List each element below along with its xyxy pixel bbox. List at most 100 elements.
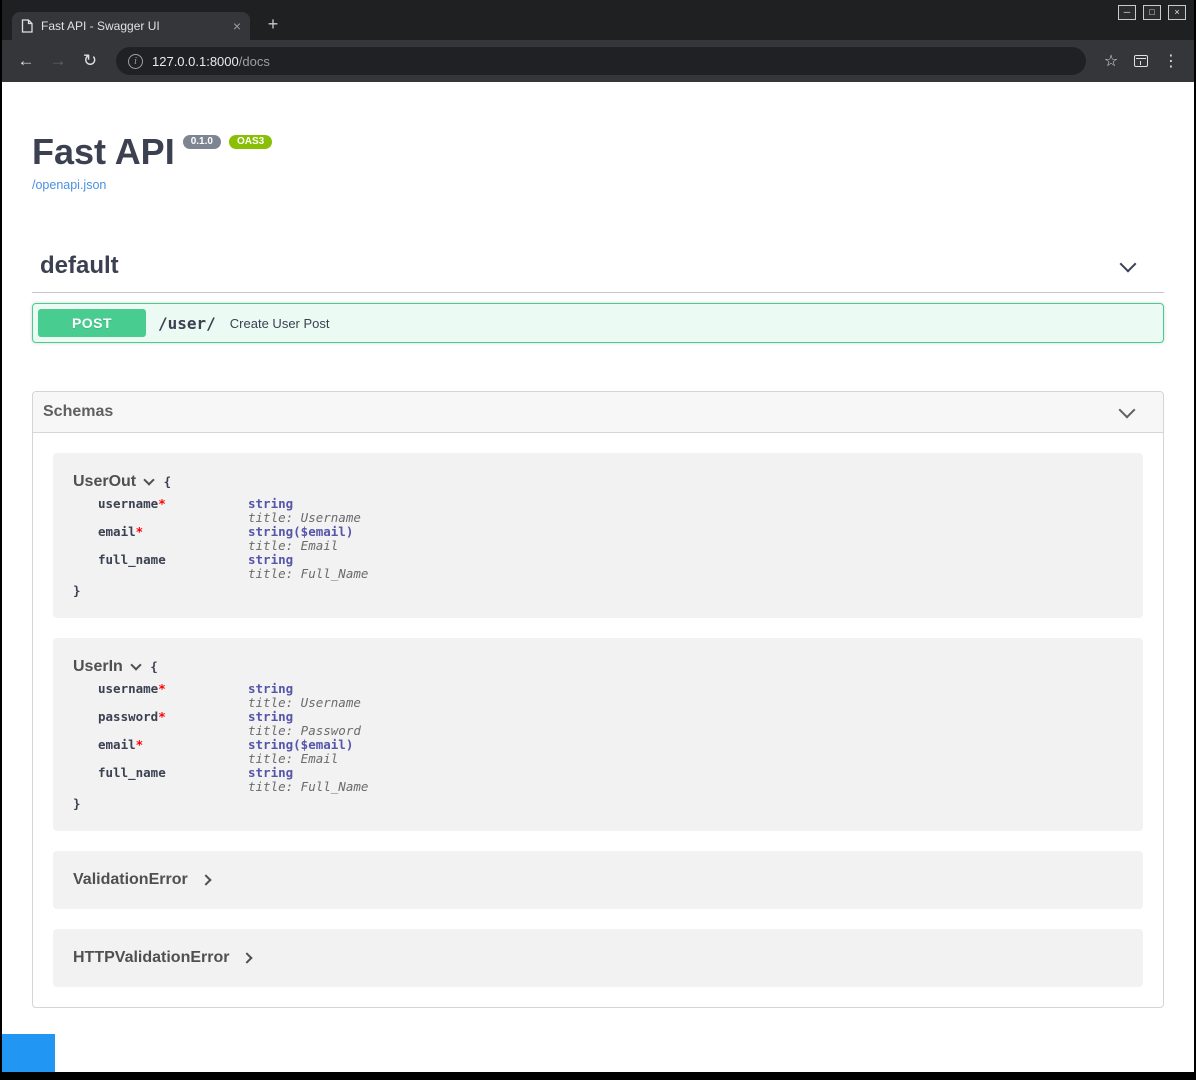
model-validationerror: ValidationError [53,851,1143,909]
chevron-down-icon [130,659,141,670]
site-info-icon[interactable]: i [128,54,143,69]
title-bar: Fast API - Swagger UI × + ─ □ × [2,0,1194,40]
tab-close-icon[interactable]: × [233,19,241,33]
property-name: password* [98,710,248,738]
property-row: password* string title: Password [98,710,1123,738]
required-star: * [158,709,166,724]
property-row: email* string($email) title: Email [98,738,1123,766]
property-title: title: Full_Name [248,780,368,794]
close-brace: } [73,796,1123,811]
url-host: 127.0.0.1:8000 [152,54,239,69]
bookmark-star-icon[interactable]: ☆ [1098,48,1124,74]
property-value: string title: Password [248,710,361,738]
openapi-json-link[interactable]: /openapi.json [32,178,106,192]
property-row: full_name string title: Full_Name [98,766,1123,794]
url-path: /docs [239,54,270,69]
property-value: string title: Username [248,497,361,525]
model-name: HTTPValidationError [73,949,229,967]
url-text: 127.0.0.1:8000/docs [152,54,270,69]
property-title: title: Password [248,724,361,738]
minimize-button[interactable]: ─ [1118,5,1136,20]
browser-tab[interactable]: Fast API - Swagger UI × [12,12,250,40]
operation-summary: Create User Post [230,316,330,331]
property-title: title: Full_Name [248,567,368,581]
model-userin: UserIn { username* string title: Usernam… [53,638,1143,831]
model-httpvalidationerror: HTTPValidationError [53,929,1143,987]
chevron-right-icon [242,952,253,963]
chevron-down-icon [143,474,154,485]
schemas-body: UserOut { username* string title: Userna… [33,433,1163,1007]
bottom-blue-box [2,1034,55,1072]
swagger-page: Fast API 0.1.0 OAS3 /openapi.json defaul… [2,82,1194,1072]
default-tag-section: default POST /user/ Create User Post [32,242,1164,343]
property-row: email* string($email) title: Email [98,525,1123,553]
property-row: username* string title: Username [98,682,1123,710]
property-value: string($email) title: Email [248,525,353,553]
property-type: string [248,553,368,567]
property-row: full_name string title: Full_Name [98,553,1123,581]
api-info: Fast API 0.1.0 OAS3 /openapi.json [32,82,1164,194]
property-name: username* [98,682,248,710]
page-icon [21,19,33,33]
property-value: string($email) title: Email [248,738,353,766]
property-value: string title: Full_Name [248,553,368,581]
property-name: email* [98,525,248,553]
property-value: string title: Full_Name [248,766,368,794]
property-name: email* [98,738,248,766]
post-user-operation[interactable]: POST /user/ Create User Post [32,303,1164,343]
property-row: username* string title: Username [98,497,1123,525]
new-tab-button[interactable]: + [260,12,286,38]
model-name: ValidationError [73,871,188,889]
property-type: string [248,710,361,724]
property-name: full_name [98,766,248,794]
apps-glyph [1134,55,1148,67]
property-list: username* string title: Username email* … [98,497,1123,581]
address-bar[interactable]: i 127.0.0.1:8000/docs [116,47,1086,75]
open-brace: { [150,659,158,674]
property-type: string [248,497,361,511]
page-title: Fast API 0.1.0 OAS3 [32,134,1164,170]
post-method-badge: POST [38,309,146,337]
back-icon[interactable]: ← [12,47,40,75]
schemas-toggle[interactable]: Schemas [33,392,1163,433]
property-name: full_name [98,553,248,581]
forward-icon[interactable]: → [44,47,72,75]
model-name: UserOut [73,473,136,491]
oas3-badge: OAS3 [229,135,272,149]
model-validationerror-toggle[interactable]: ValidationError [73,871,210,889]
model-userin-toggle[interactable]: UserIn [73,658,140,676]
menu-dots-icon[interactable]: ⋮ [1158,48,1184,74]
model-userout: UserOut { username* string title: Userna… [53,453,1143,618]
chevron-down-icon [1120,255,1137,272]
open-brace: { [164,474,172,489]
api-title-text: Fast API [32,134,175,170]
browser-toolbar: ← → ↻ i 127.0.0.1:8000/docs ☆ ⋮ [2,40,1194,82]
schemas-title: Schemas [43,403,113,421]
version-badge: 0.1.0 [183,135,221,149]
required-star: * [136,524,144,539]
property-type: string($email) [248,525,353,539]
property-list: username* string title: Username passwor… [98,682,1123,794]
reload-icon[interactable]: ↻ [76,47,104,75]
model-head: UserOut { [73,473,1123,491]
schemas-section: Schemas UserOut { [32,391,1164,1008]
operation-path: /user/ [158,314,216,333]
model-head: UserIn { [73,658,1123,676]
property-name: username* [98,497,248,525]
required-star: * [158,681,166,696]
property-type: string($email) [248,738,353,752]
default-section-toggle[interactable]: default [32,242,1164,293]
property-title: title: Username [248,696,361,710]
apps-grid-icon[interactable] [1128,48,1154,74]
property-title: title: Username [248,511,361,525]
property-value: string title: Username [248,682,361,710]
model-userout-toggle[interactable]: UserOut [73,473,153,491]
model-name: UserIn [73,658,123,676]
window-controls: ─ □ × [1118,5,1186,20]
required-star: * [158,496,166,511]
maximize-button[interactable]: □ [1143,5,1161,20]
browser-window: Fast API - Swagger UI × + ─ □ × ← → ↻ i … [0,0,1196,1080]
close-button[interactable]: × [1168,5,1186,20]
tag-name: default [40,252,119,280]
model-httpvalidationerror-toggle[interactable]: HTTPValidationError [73,949,251,967]
